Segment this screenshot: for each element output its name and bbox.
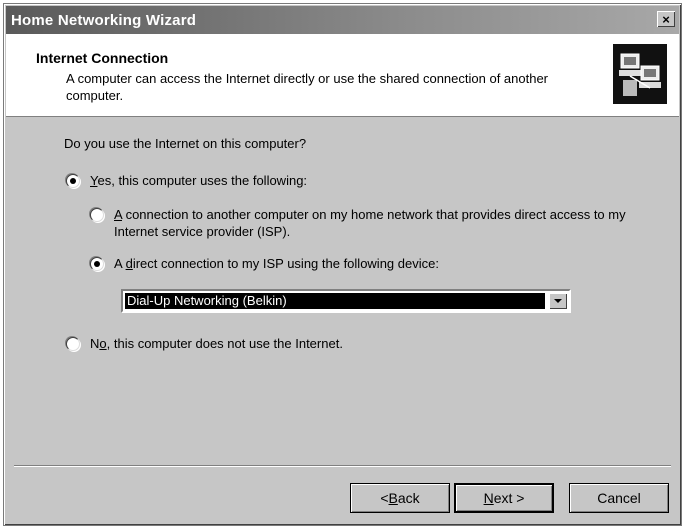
chevron-down-icon bbox=[554, 299, 562, 303]
window-title: Home Networking Wizard bbox=[11, 11, 197, 29]
close-icon: × bbox=[662, 11, 670, 27]
title-bar[interactable]: Home Networking Wizard × bbox=[6, 6, 679, 34]
radio-yes-label[interactable]: Yes, this computer uses the following: bbox=[90, 172, 307, 189]
wizard-header: Internet Connection A computer can acces… bbox=[6, 34, 679, 117]
device-select[interactable]: Dial-Up Networking (Belkin) bbox=[121, 289, 571, 313]
cancel-button[interactable]: Cancel bbox=[569, 483, 669, 513]
network-computers-icon bbox=[613, 44, 667, 104]
back-button[interactable]: < Back bbox=[350, 483, 450, 513]
radio-direct-connection-label[interactable]: A direct connection to my ISP using the … bbox=[114, 255, 439, 272]
radio-direct-connection[interactable]: A direct connection to my ISP using the … bbox=[90, 255, 439, 272]
radio-no-label[interactable]: No, this computer does not use the Inter… bbox=[90, 335, 343, 352]
radio-yes-button[interactable] bbox=[66, 174, 80, 188]
close-button[interactable]: × bbox=[657, 11, 675, 27]
footer-divider bbox=[14, 465, 671, 467]
next-button[interactable]: Next > bbox=[454, 483, 554, 513]
page-title: Internet Connection bbox=[36, 50, 169, 66]
dropdown-button[interactable] bbox=[549, 293, 567, 309]
radio-shared-connection[interactable]: A connection to another computer on my h… bbox=[90, 206, 650, 240]
wizard-window: Home Networking Wizard × Internet Connec… bbox=[3, 3, 682, 526]
question-text: Do you use the Internet on this computer… bbox=[64, 136, 307, 151]
radio-shared-connection-button[interactable] bbox=[90, 208, 104, 222]
radio-no[interactable]: No, this computer does not use the Inter… bbox=[66, 335, 343, 352]
radio-yes[interactable]: Yes, this computer uses the following: bbox=[66, 172, 307, 189]
radio-no-button[interactable] bbox=[66, 337, 80, 351]
page-description: A computer can access the Internet direc… bbox=[66, 71, 549, 103]
radio-direct-connection-button[interactable] bbox=[90, 257, 104, 271]
device-select-value: Dial-Up Networking (Belkin) bbox=[125, 293, 545, 309]
radio-shared-connection-label[interactable]: A connection to another computer on my h… bbox=[114, 206, 650, 240]
